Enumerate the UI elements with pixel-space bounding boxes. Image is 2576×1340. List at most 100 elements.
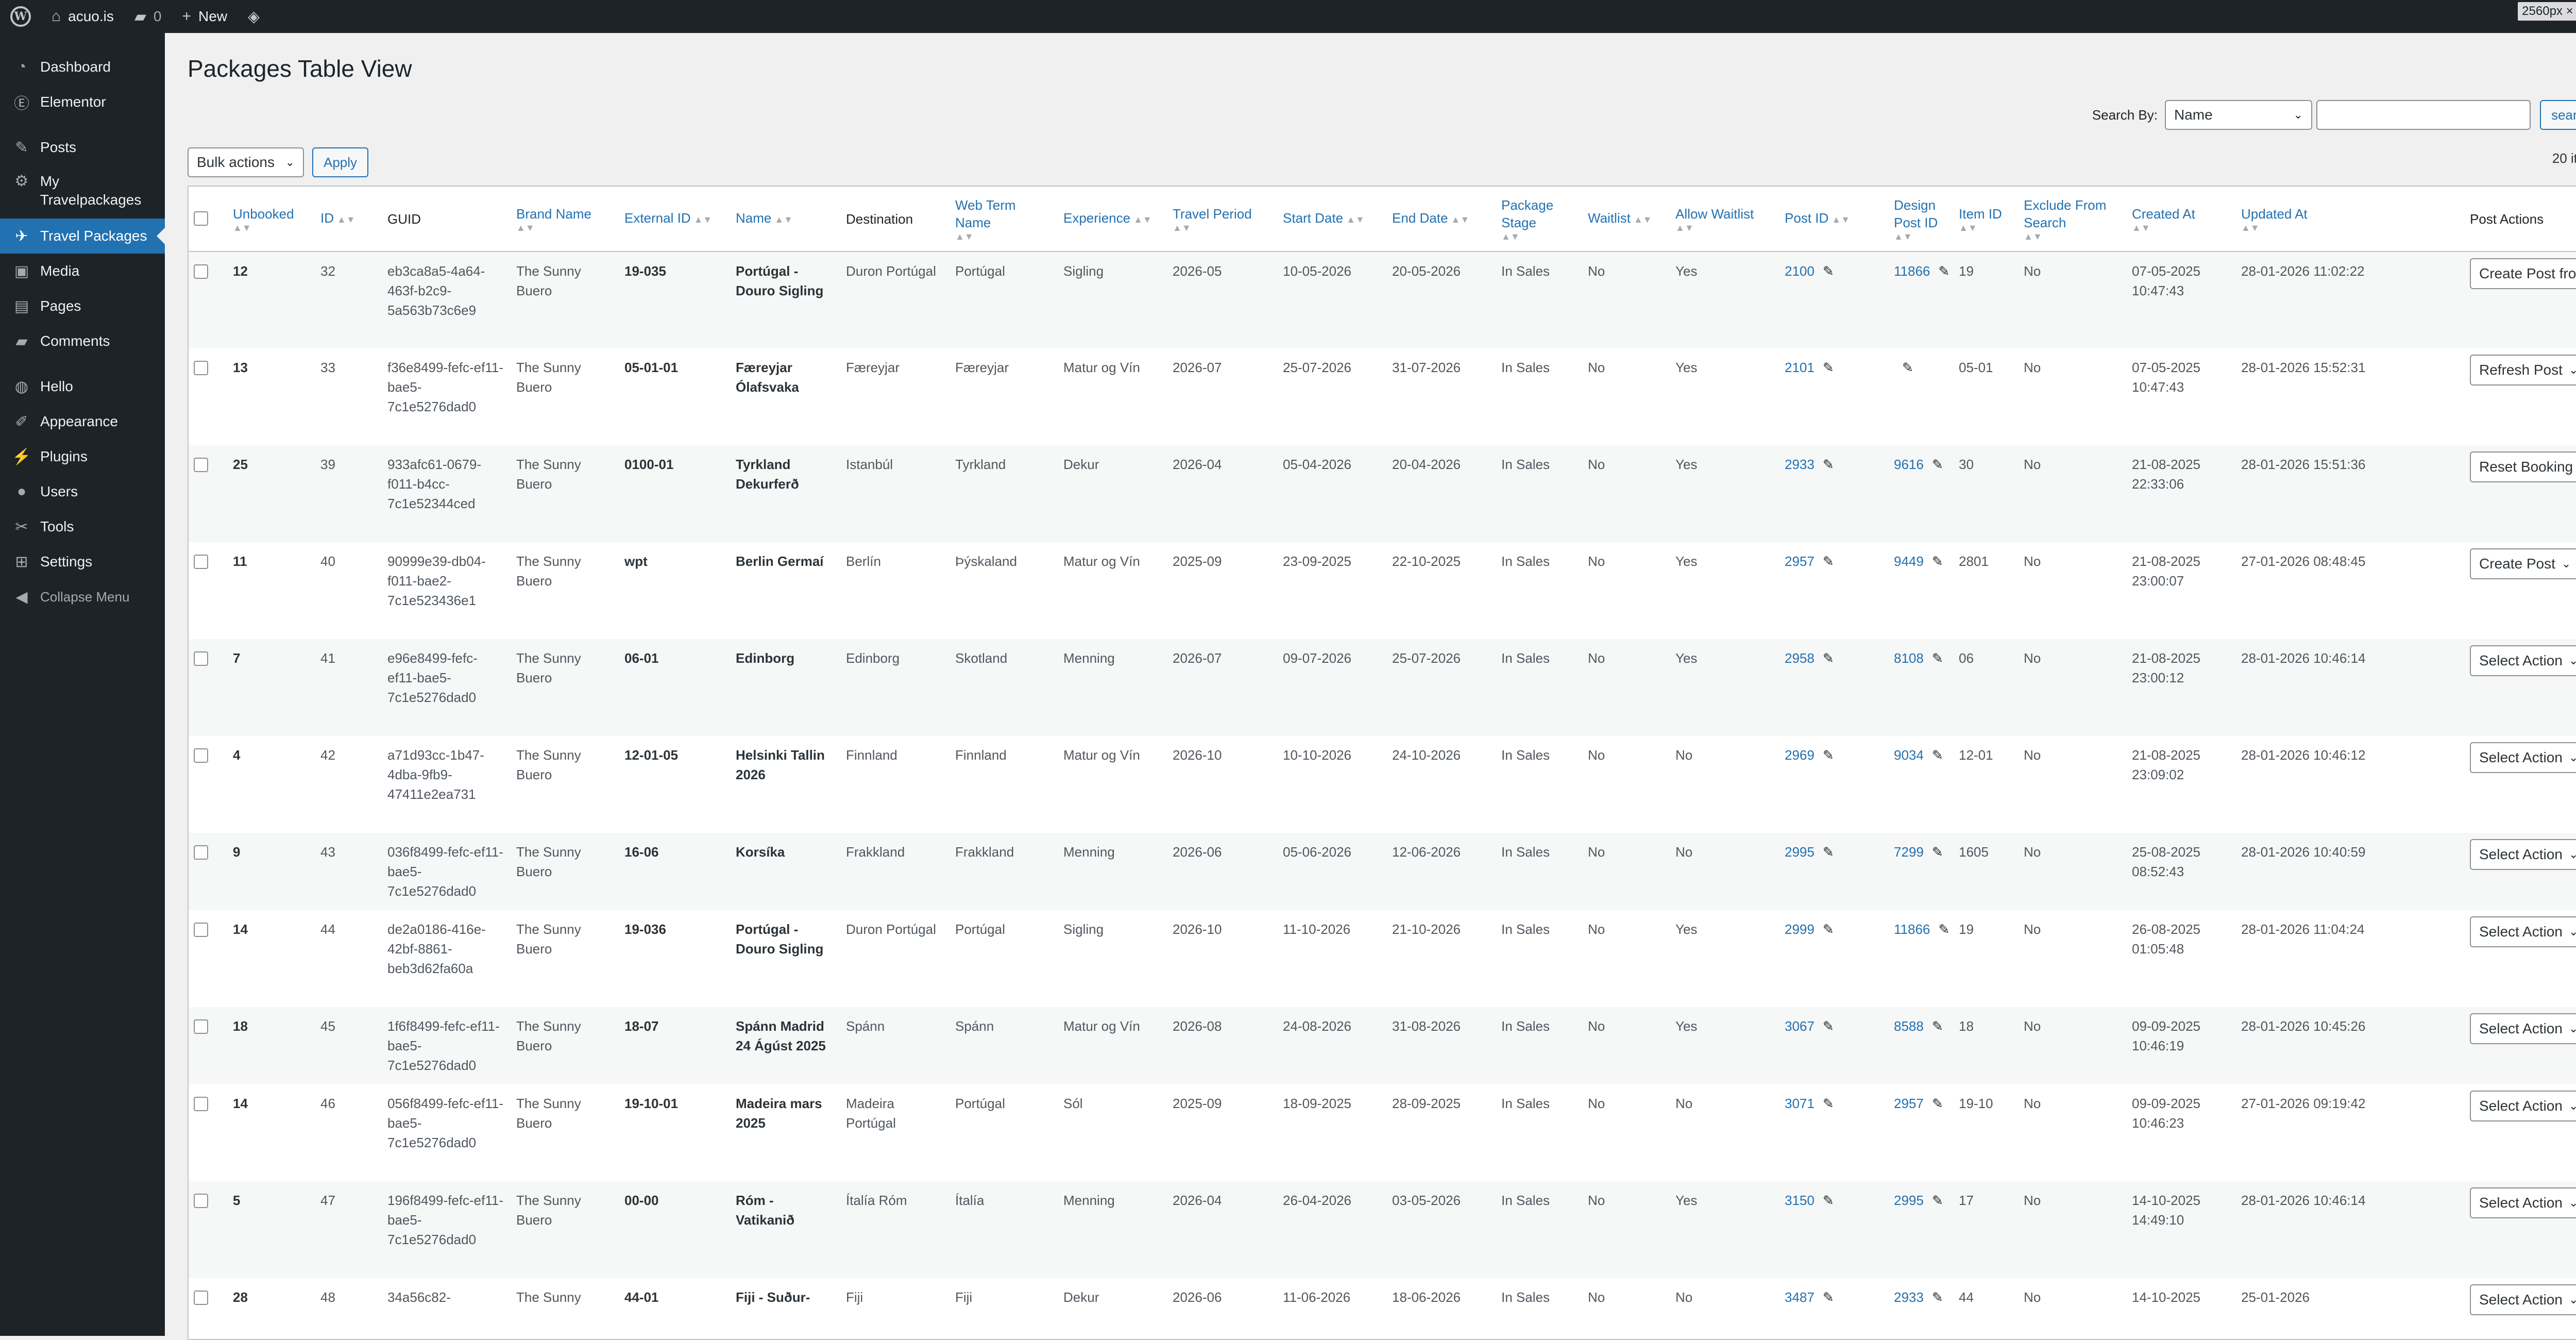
sidebar-item-settings[interactable]: ⊞ Settings (0, 544, 165, 579)
col-created-at[interactable]: Created At ▲▼ (2127, 187, 2236, 252)
post-action-select[interactable]: Select Action ⌄ (2470, 1013, 2576, 1044)
row-checkbox[interactable] (194, 264, 208, 279)
wordpress-menu[interactable]: W (0, 0, 41, 33)
row-checkbox[interactable] (194, 458, 208, 472)
pencil-edit-icon[interactable]: ✎ (1823, 554, 1834, 569)
site-name-link[interactable]: ⌂ acuo.is (41, 0, 124, 33)
design-post-id-link[interactable]: 8108 (1894, 650, 1924, 666)
post-action-select[interactable]: Select Action ⌄ (2470, 645, 2576, 676)
post-action-select[interactable]: Select Action ⌄ (2470, 916, 2576, 947)
sidebar-item-pages[interactable]: ▤ Pages (0, 289, 165, 324)
pencil-edit-icon[interactable]: ✎ (1932, 747, 1943, 763)
design-post-id-link[interactable]: 9449 (1894, 554, 1924, 569)
post-action-select[interactable]: Create Post ⌄ (2470, 548, 2576, 579)
design-post-id-link[interactable]: 2957 (1894, 1096, 1924, 1111)
sidebar-item-appearance[interactable]: ✐ Appearance (0, 404, 165, 439)
row-checkbox[interactable] (194, 651, 208, 666)
col-experience[interactable]: Experience ▲▼ (1058, 187, 1167, 252)
sidebar-item-dashboard[interactable]: ◔ Dashboard (0, 49, 165, 85)
row-checkbox[interactable] (194, 748, 208, 763)
post-action-select[interactable]: Create Post from Des ⌄ (2470, 258, 2576, 289)
elementor-link[interactable]: ◈ (238, 0, 270, 33)
design-post-id-link[interactable]: 2995 (1894, 1193, 1924, 1208)
col-allow-waitlist[interactable]: Allow Waitlist ▲▼ (1670, 187, 1780, 252)
sidebar-item-my-travelpackages[interactable]: ⚙ My Travelpackages (0, 165, 165, 219)
post-id-link[interactable]: 3487 (1785, 1289, 1815, 1305)
col-id[interactable]: ID ▲▼ (315, 187, 382, 252)
post-id-link[interactable]: 2100 (1785, 263, 1815, 279)
post-action-select[interactable]: Refresh Post ⌄ (2470, 355, 2576, 386)
comments-link[interactable]: ▰ 0 (124, 0, 172, 33)
sidebar-item-elementor[interactable]: Ⓔ Elementor (0, 85, 165, 120)
pencil-edit-icon[interactable]: ✎ (1823, 1193, 1834, 1208)
pencil-edit-icon[interactable]: ✎ (1823, 650, 1834, 666)
post-action-select[interactable]: Select Action ⌄ (2470, 839, 2576, 870)
col-travel-period[interactable]: Travel Period ▲▼ (1167, 187, 1278, 252)
col-package-stage[interactable]: Package Stage ▲▼ (1496, 187, 1583, 252)
post-id-link[interactable]: 2999 (1785, 922, 1815, 937)
sidebar-item-tools[interactable]: ✂ Tools (0, 509, 165, 544)
post-id-link[interactable]: 2957 (1785, 554, 1815, 569)
pencil-edit-icon[interactable]: ✎ (1938, 263, 1950, 279)
design-post-id-link[interactable]: 9616 (1894, 457, 1924, 472)
pencil-edit-icon[interactable]: ✎ (1902, 360, 1913, 375)
collapse-menu-button[interactable]: ◀ Collapse Menu (0, 579, 165, 614)
design-post-id-link[interactable]: 11866 (1894, 922, 1930, 937)
col-waitlist[interactable]: Waitlist ▲▼ (1583, 187, 1670, 252)
design-post-id-link[interactable]: 11866 (1894, 263, 1930, 279)
post-id-link[interactable]: 3071 (1785, 1096, 1815, 1111)
col-unbooked[interactable]: Unbooked ▲▼ (228, 187, 315, 252)
pencil-edit-icon[interactable]: ✎ (1938, 922, 1950, 937)
col-start-date[interactable]: Start Date ▲▼ (1278, 187, 1387, 252)
row-checkbox[interactable] (194, 361, 208, 375)
pencil-edit-icon[interactable]: ✎ (1823, 922, 1834, 937)
row-checkbox[interactable] (194, 1019, 208, 1034)
row-checkbox[interactable] (194, 845, 208, 860)
pencil-edit-icon[interactable]: ✎ (1823, 1018, 1834, 1034)
select-all-checkbox[interactable] (194, 211, 208, 226)
pencil-edit-icon[interactable]: ✎ (1932, 844, 1943, 860)
col-name[interactable]: Name ▲▼ (731, 187, 841, 252)
design-post-id-link[interactable]: 7299 (1894, 844, 1924, 860)
post-id-link[interactable]: 2101 (1785, 360, 1815, 375)
post-action-select[interactable]: Select Action ⌄ (2470, 742, 2576, 773)
design-post-id-link[interactable]: 9034 (1894, 747, 1924, 763)
sidebar-item-comments[interactable]: ▰ Comments (0, 324, 165, 359)
pencil-edit-icon[interactable]: ✎ (1823, 1096, 1834, 1111)
search-by-select[interactable]: Name ⌄ (2164, 100, 2312, 130)
col-design-post-id[interactable]: Design Post ID ▲▼ (1889, 187, 1954, 252)
sidebar-item-travel-packages[interactable]: ✈ Travel Packages (0, 219, 165, 254)
pencil-edit-icon[interactable]: ✎ (1823, 457, 1834, 472)
pencil-edit-icon[interactable]: ✎ (1823, 1289, 1834, 1305)
post-id-link[interactable]: 2958 (1785, 650, 1815, 666)
pencil-edit-icon[interactable]: ✎ (1823, 844, 1834, 860)
post-id-link[interactable]: 3067 (1785, 1018, 1815, 1034)
post-id-link[interactable]: 2933 (1785, 457, 1815, 472)
pencil-edit-icon[interactable]: ✎ (1932, 1193, 1943, 1208)
post-action-select[interactable]: Select Action ⌄ (2470, 1187, 2576, 1218)
sidebar-item-posts[interactable]: ✎ Posts (0, 130, 165, 165)
row-checkbox[interactable] (194, 1291, 208, 1305)
pencil-edit-icon[interactable]: ✎ (1932, 457, 1943, 472)
col-web-term-name[interactable]: Web Term Name ▲▼ (950, 187, 1058, 252)
sidebar-item-plugins[interactable]: ⚡ Plugins (0, 439, 165, 474)
pencil-edit-icon[interactable]: ✎ (1932, 650, 1943, 666)
search-button[interactable]: search (2539, 100, 2576, 130)
design-post-id-link[interactable]: 8588 (1894, 1018, 1924, 1034)
pencil-edit-icon[interactable]: ✎ (1932, 1018, 1943, 1034)
pencil-edit-icon[interactable]: ✎ (1932, 1289, 1943, 1305)
search-input[interactable] (2316, 100, 2531, 130)
pencil-edit-icon[interactable]: ✎ (1823, 747, 1834, 763)
col-post-id[interactable]: Post ID ▲▼ (1780, 187, 1889, 252)
post-action-select[interactable]: Reset Booking Form ⌄ (2470, 451, 2576, 482)
col-exclude-from-search[interactable]: Exclude From Search ▲▼ (2019, 187, 2127, 252)
col-item-id[interactable]: Item ID ▲▼ (1954, 187, 2019, 252)
sidebar-item-users[interactable]: ● Users (0, 474, 165, 509)
post-action-select[interactable]: Select Action ⌄ (2470, 1284, 2576, 1315)
post-id-link[interactable]: 3150 (1785, 1193, 1815, 1208)
row-checkbox[interactable] (194, 923, 208, 937)
pencil-edit-icon[interactable]: ✎ (1823, 263, 1834, 279)
col-end-date[interactable]: End Date ▲▼ (1387, 187, 1496, 252)
row-checkbox[interactable] (194, 1097, 208, 1111)
new-content-link[interactable]: + New (172, 0, 238, 33)
